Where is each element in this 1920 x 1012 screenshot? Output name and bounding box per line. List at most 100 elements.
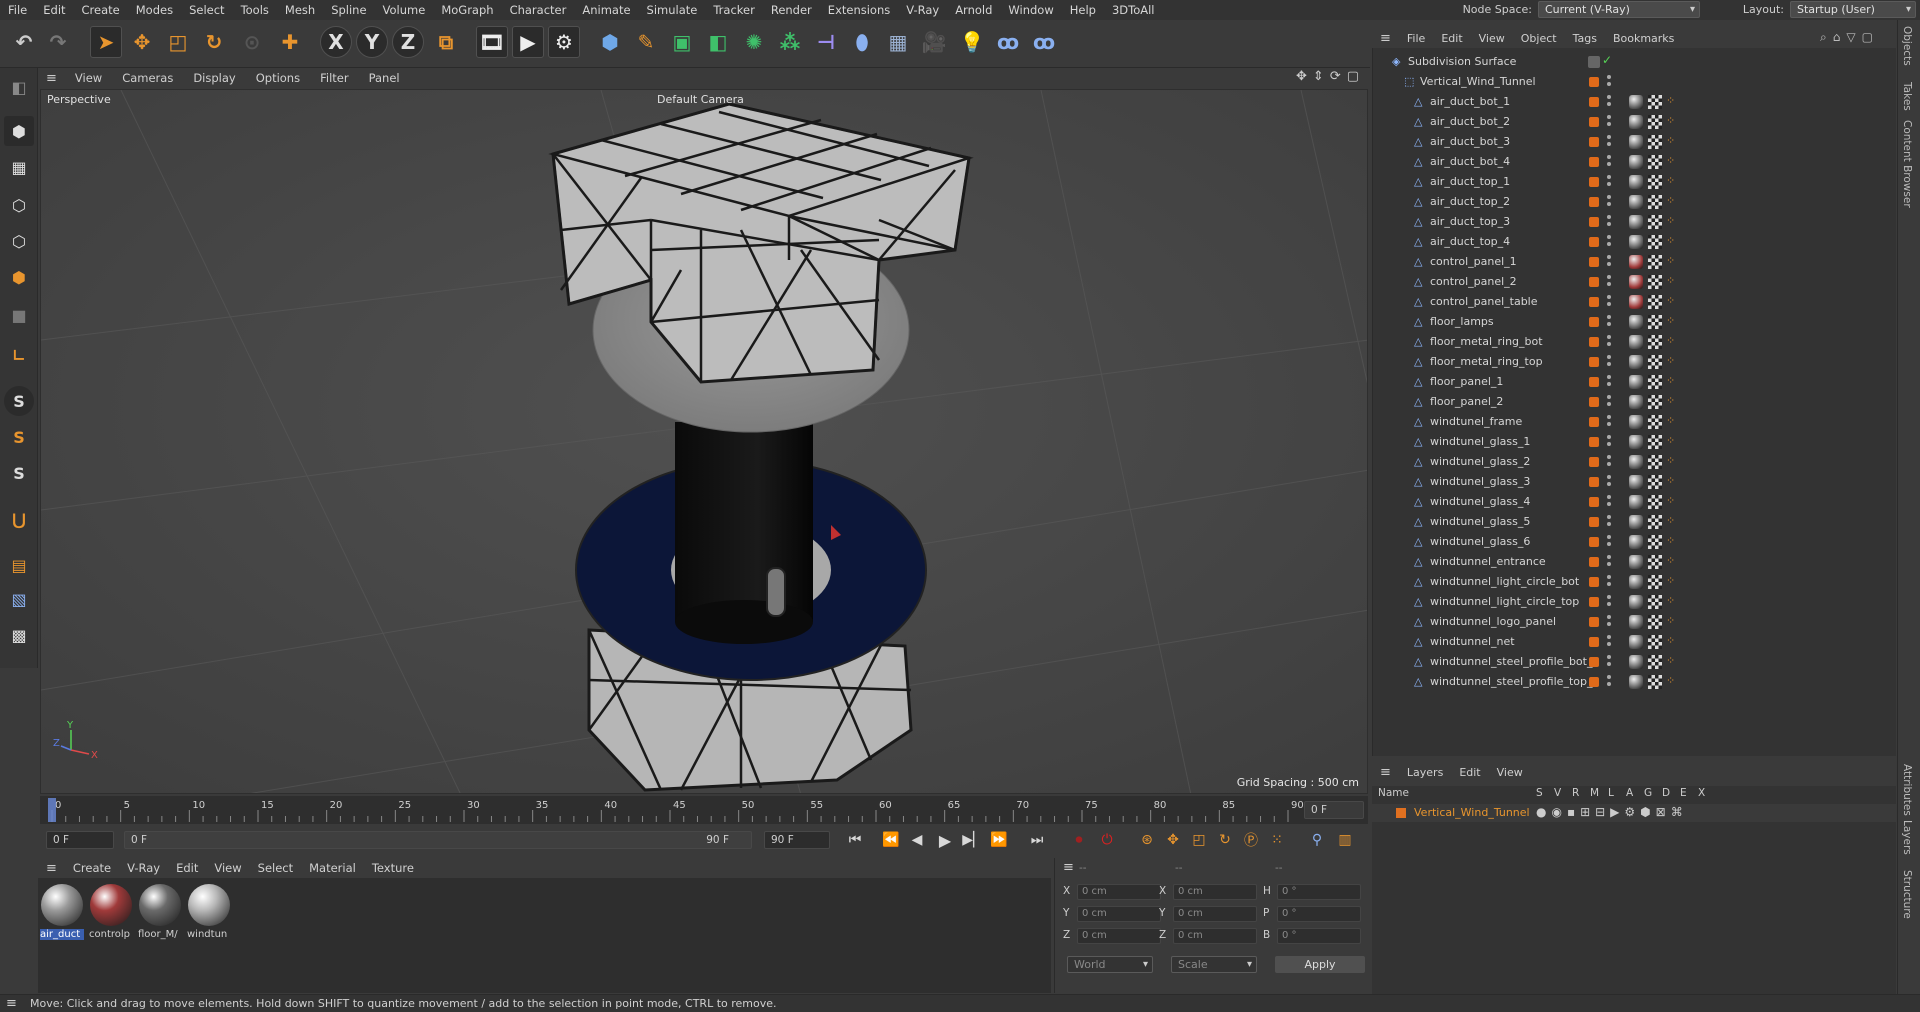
viewport-menu-cameras[interactable]: Cameras xyxy=(112,71,183,85)
layer-name[interactable]: Vertical_Wind_Tunnel xyxy=(1414,806,1530,819)
material-tag-icon[interactable] xyxy=(1629,175,1643,189)
uvw-tag-icon[interactable] xyxy=(1648,395,1662,409)
add-object-icon[interactable]: ✚ xyxy=(274,26,306,58)
object-name[interactable]: windtunel_glass_5 xyxy=(1430,515,1530,528)
coordinate-system-dropdown[interactable]: World xyxy=(1067,956,1153,973)
material-menu-select[interactable]: Select xyxy=(250,861,301,875)
object-row[interactable]: △ windtunel_glass_6 ⁘ xyxy=(1372,532,1896,552)
uvw-tag-icon[interactable] xyxy=(1648,475,1662,489)
object-row-root[interactable]: ◈ Subdivision Surface ✓ xyxy=(1372,52,1896,72)
layer-color-tag[interactable] xyxy=(1589,317,1599,327)
tab-content-browser[interactable]: Content Browser xyxy=(1901,120,1913,208)
hamburger-icon[interactable]: ≡ xyxy=(1372,31,1399,46)
layer-column-g[interactable]: G xyxy=(1644,787,1652,799)
layer-color-tag[interactable] xyxy=(1589,517,1599,527)
menu-animate[interactable]: Animate xyxy=(574,3,638,17)
uvw-tag-icon[interactable] xyxy=(1648,615,1662,629)
viewport-menu-panel[interactable]: Panel xyxy=(359,71,410,85)
layer-color-tag[interactable] xyxy=(1589,457,1599,467)
material-tag-icon[interactable] xyxy=(1629,115,1643,129)
new-window-icon[interactable]: ▢ xyxy=(1862,30,1873,45)
visibility-dots[interactable] xyxy=(1607,435,1611,449)
uvw-tag-icon[interactable] xyxy=(1648,315,1662,329)
point-level-key-icon[interactable]: ⁙ xyxy=(1266,830,1288,850)
layer-color-tag[interactable] xyxy=(1589,437,1599,447)
selection-tag-icon[interactable]: ⁘ xyxy=(1666,254,1675,267)
object-name[interactable]: windtunel_glass_1 xyxy=(1430,435,1530,448)
uvw-tag-icon[interactable] xyxy=(1648,415,1662,429)
object-name[interactable]: floor_lamps xyxy=(1430,315,1494,328)
selection-tag-icon[interactable]: ⁘ xyxy=(1666,314,1675,327)
object-row[interactable]: △ windtunel_glass_1 ⁘ xyxy=(1372,432,1896,452)
viewport-perspective[interactable]: Y X Z Perspective Default Camera Grid Sp… xyxy=(40,89,1368,794)
uvw-tag-icon[interactable] xyxy=(1648,515,1662,529)
viewport-camera-name[interactable]: Default Camera xyxy=(657,93,744,106)
floor-object-icon[interactable]: ▦ xyxy=(882,26,914,58)
selection-tag-icon[interactable]: ⁘ xyxy=(1666,154,1675,167)
uvw-tag-icon[interactable] xyxy=(1648,355,1662,369)
material-menu-material[interactable]: Material xyxy=(301,861,364,875)
axis-z-toggle[interactable]: Z xyxy=(392,26,424,58)
menu-tools[interactable]: Tools xyxy=(233,3,277,17)
material-swatch[interactable]: controlp xyxy=(89,884,133,944)
coord-field[interactable]: 0 cm xyxy=(1173,928,1257,944)
selection-tag-icon[interactable]: ⁘ xyxy=(1666,134,1675,147)
object-name[interactable]: windtunel_glass_2 xyxy=(1430,455,1530,468)
solo-hierarchy-icon[interactable]: S xyxy=(4,458,34,488)
mograph-icon[interactable]: ⁂ xyxy=(774,26,806,58)
position-key-icon[interactable]: ✥ xyxy=(1162,830,1184,850)
end-frame-field[interactable]: 90 F xyxy=(764,831,830,849)
menu-arnold[interactable]: Arnold xyxy=(947,3,1000,17)
uvw-tag-icon[interactable] xyxy=(1648,495,1662,509)
layer-color-tag[interactable] xyxy=(1589,157,1599,167)
selection-tag-icon[interactable]: ⁘ xyxy=(1666,174,1675,187)
material-tag-icon[interactable] xyxy=(1629,435,1643,449)
motion-mode-icon[interactable]: ⚲ xyxy=(1306,830,1328,850)
menu-volume[interactable]: Volume xyxy=(375,3,434,17)
selection-tag-icon[interactable]: ⁘ xyxy=(1666,374,1675,387)
render-settings-icon[interactable]: ⚙ xyxy=(548,26,580,58)
layer-row[interactable]: Vertical_Wind_Tunnel ●◉▪⊞⊟▶⚙⬢⊠⌘ xyxy=(1372,804,1896,822)
material-menu-v-ray[interactable]: V-Ray xyxy=(119,861,168,875)
object-row[interactable]: △ windtunnel_steel_profile_bot_1 ⁘ xyxy=(1372,652,1896,672)
material-tag-icon[interactable] xyxy=(1629,355,1643,369)
object-name[interactable]: Subdivision Surface xyxy=(1408,55,1516,68)
object-name[interactable]: control_panel_2 xyxy=(1430,275,1517,288)
scale-key-icon[interactable]: ◰ xyxy=(1188,830,1210,850)
visibility-dots[interactable] xyxy=(1607,475,1611,489)
uvw-tag-icon[interactable] xyxy=(1648,155,1662,169)
object-row[interactable]: △ control_panel_2 ⁘ xyxy=(1372,272,1896,292)
layer-color-tag[interactable] xyxy=(1589,417,1599,427)
field-icon[interactable]: ⬮ xyxy=(846,26,878,58)
object-name[interactable]: control_panel_1 xyxy=(1430,255,1517,268)
material-tag-icon[interactable] xyxy=(1629,335,1643,349)
uvw-tag-icon[interactable] xyxy=(1648,215,1662,229)
axis-mode-icon[interactable]: ∟ xyxy=(4,340,34,370)
object-name[interactable]: floor_panel_1 xyxy=(1430,375,1503,388)
visibility-dots[interactable] xyxy=(1607,355,1611,369)
object-menu-object[interactable]: Object xyxy=(1513,32,1565,45)
selection-tag-icon[interactable]: ⁘ xyxy=(1666,274,1675,287)
render-region-icon[interactable]: 🎞 xyxy=(476,26,508,58)
selection-tag-icon[interactable]: ⁘ xyxy=(1666,594,1675,607)
rotate-tool-icon[interactable]: ↻ xyxy=(198,26,230,58)
uvw-tag-icon[interactable] xyxy=(1648,555,1662,569)
tab-objects[interactable]: Objects xyxy=(1901,26,1913,66)
viewport-menu-filter[interactable]: Filter xyxy=(310,71,358,85)
layer-color-tag[interactable] xyxy=(1589,77,1599,87)
object-row[interactable]: △ windtunel_glass_4 ⁘ xyxy=(1372,492,1896,512)
object-name[interactable]: air_duct_top_3 xyxy=(1430,215,1510,228)
selection-tag-icon[interactable]: ⁘ xyxy=(1666,474,1675,487)
selection-tag-icon[interactable]: ⁘ xyxy=(1666,534,1675,547)
object-row[interactable]: △ air_duct_bot_3 ⁘ xyxy=(1372,132,1896,152)
object-menu-bookmarks[interactable]: Bookmarks xyxy=(1605,32,1682,45)
selection-tag-icon[interactable]: ⁘ xyxy=(1666,434,1675,447)
object-menu-file[interactable]: File xyxy=(1399,32,1433,45)
layer-color-tag[interactable] xyxy=(1589,357,1599,367)
object-row[interactable]: △ air_duct_top_3 ⁘ xyxy=(1372,212,1896,232)
object-name[interactable]: windtunnel_steel_profile_top_1 xyxy=(1430,675,1599,688)
object-row[interactable]: △ windtunnel_steel_profile_top_1 ⁘ xyxy=(1372,672,1896,692)
visibility-dots[interactable] xyxy=(1607,215,1611,229)
visibility-dots[interactable] xyxy=(1607,235,1611,249)
selection-tag-icon[interactable]: ⁘ xyxy=(1666,394,1675,407)
